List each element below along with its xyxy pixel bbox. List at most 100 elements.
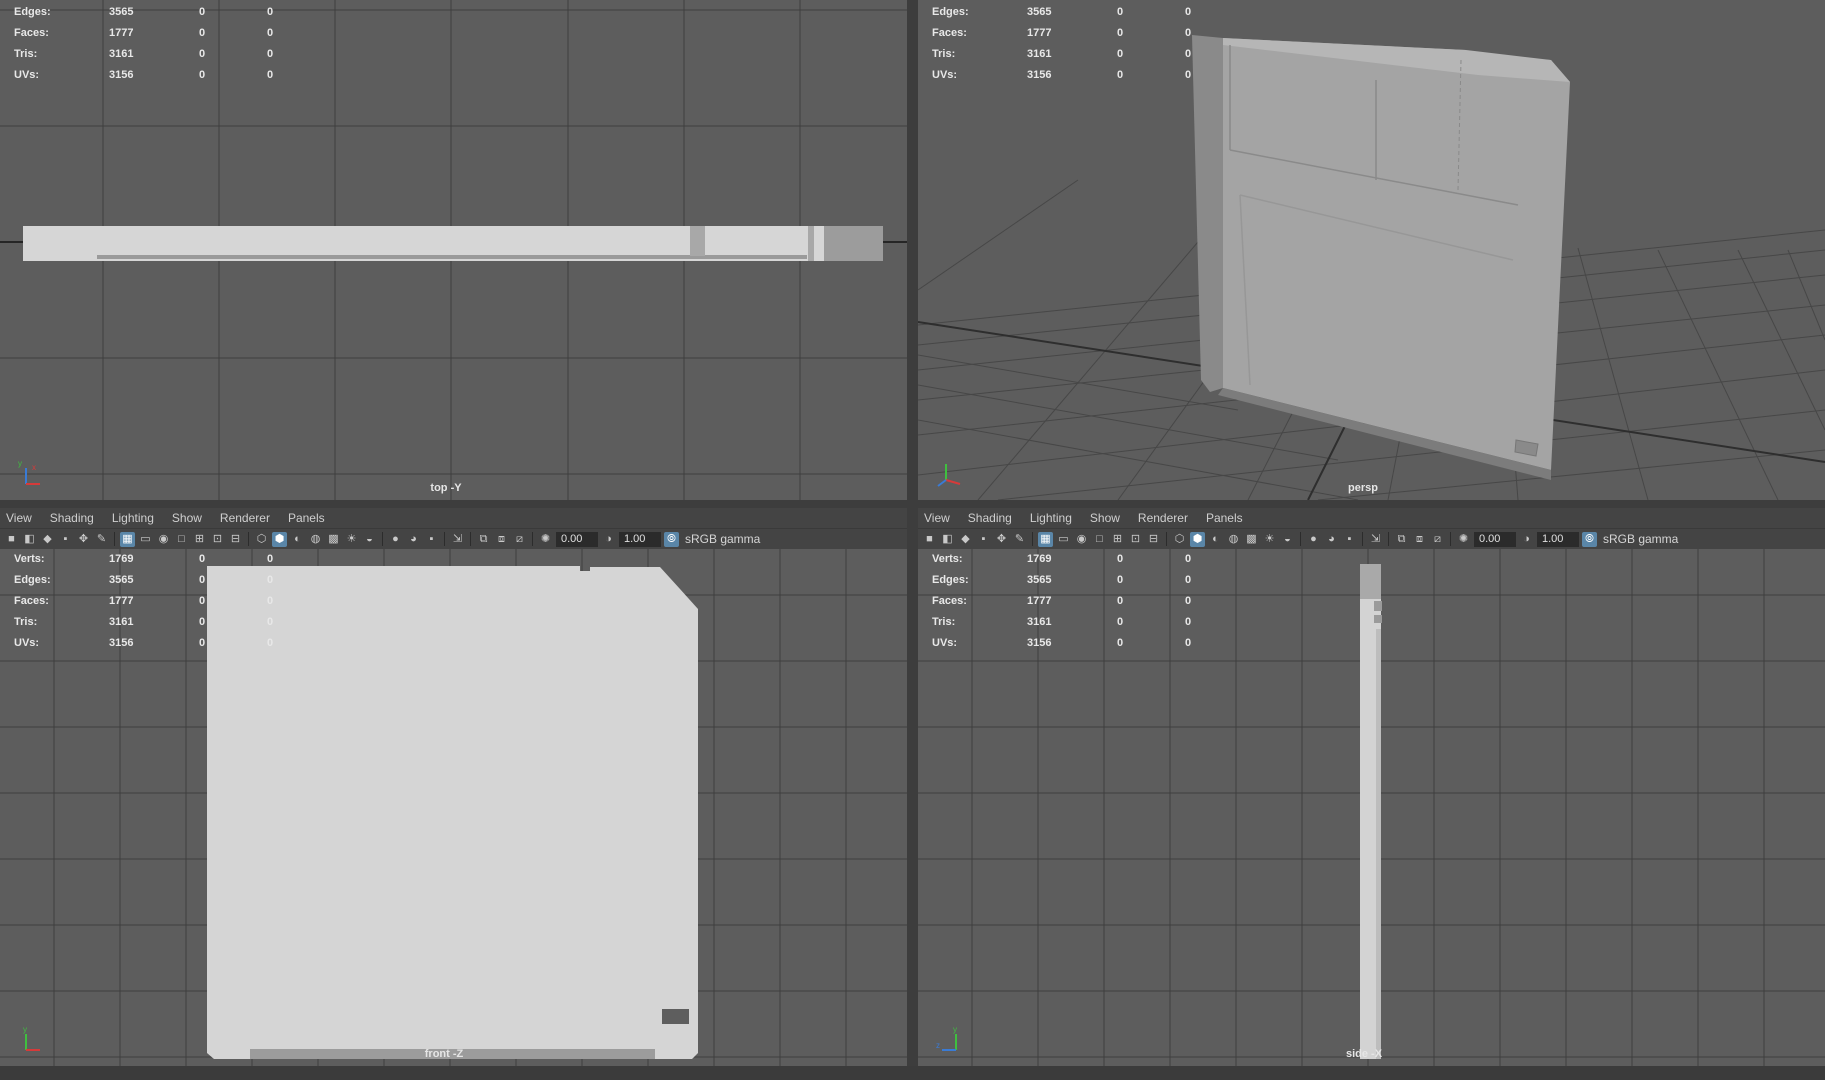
gate-mask-icon[interactable]: □	[174, 532, 189, 547]
exposure-icon[interactable]: ✺	[538, 532, 553, 547]
menu-show[interactable]: Show	[172, 511, 202, 525]
xray-joints-icon[interactable]: ⧈	[494, 532, 509, 547]
isolate-icon[interactable]: ⇲	[1368, 532, 1383, 547]
panel-toolbar: ■ ◧ ◆ ▪ ✥ ✎ ▦ ▭ ◉ □ ⊞ ⊡ ⊟ ⬡ ⬢ ◐ ◍ ▩ ☀ ◒ …	[918, 528, 1825, 550]
bookmark-icon[interactable]: ◆	[40, 532, 55, 547]
menu-view[interactable]: View	[6, 511, 32, 525]
hud-value: 0	[1185, 48, 1192, 60]
gamma-field[interactable]: 1.00	[619, 531, 661, 547]
color-space-label[interactable]: sRGB gamma	[685, 532, 760, 546]
xray-icon[interactable]: ⧉	[1394, 532, 1409, 547]
shadows-icon[interactable]: ◒	[1280, 532, 1295, 547]
anti-aliasing-icon[interactable]: ▪	[424, 532, 439, 547]
motion-blur-icon[interactable]: ◕	[406, 532, 421, 547]
hud-value: 0	[1185, 27, 1192, 39]
grid-icon[interactable]: ▦	[120, 531, 135, 547]
isolate-icon[interactable]: ⇲	[450, 532, 465, 547]
gate-mask-icon[interactable]: □	[1092, 532, 1107, 547]
color-space-label[interactable]: sRGB gamma	[1603, 532, 1678, 546]
camera-attributes-icon[interactable]: ◧	[22, 532, 37, 547]
exposure-field[interactable]: 0.00	[556, 531, 598, 547]
film-gate-icon[interactable]: ▭	[1056, 532, 1071, 547]
bookmark-icon[interactable]: ◆	[958, 532, 973, 547]
menu-renderer[interactable]: Renderer	[220, 511, 270, 525]
gamma-field[interactable]: 1.00	[1537, 531, 1579, 547]
menu-panels[interactable]: Panels	[288, 511, 325, 525]
hud-row-faces: Faces: 1777 0 0	[14, 591, 307, 612]
gamma-icon[interactable]: ◑	[601, 532, 616, 547]
resolution-gate-icon[interactable]: ◉	[1074, 532, 1089, 547]
grease-pencil-icon[interactable]: ✎	[94, 532, 109, 547]
safe-action-icon[interactable]: ⊡	[210, 532, 225, 547]
hud-value: 0	[267, 69, 274, 81]
anti-aliasing-icon[interactable]: ▪	[1342, 532, 1357, 547]
hud-value: 0	[199, 48, 206, 60]
exposure-icon[interactable]: ✺	[1456, 532, 1471, 547]
camera-icon[interactable]: ■	[4, 532, 19, 547]
safe-title-icon[interactable]: ⊟	[1146, 532, 1161, 547]
menu-view[interactable]: View	[924, 511, 950, 525]
menu-show[interactable]: Show	[1090, 511, 1120, 525]
wireframe-icon[interactable]: ⬡	[254, 532, 269, 547]
textured-icon[interactable]: ◍	[1226, 532, 1241, 547]
viewport-persp[interactable]: Edges: 3565 0 0 Faces: 1777 0 0 Tris: 3161 0 0 UV…	[918, 0, 1825, 500]
viewport-panel-side[interactable]: View Shading Lighting Show Renderer Pane…	[918, 508, 1825, 1066]
textured-icon[interactable]: ◍	[308, 532, 323, 547]
backface-culling-icon[interactable]: ⧄	[1430, 532, 1445, 547]
motion-blur-icon[interactable]: ◕	[1324, 532, 1339, 547]
film-gate-icon[interactable]: ▭	[138, 532, 153, 547]
shaded-icon[interactable]: ⬢	[272, 531, 287, 547]
ambient-occlusion-icon[interactable]: ●	[388, 532, 403, 547]
viewport-panel-top[interactable]: Edges: 3565 0 0 Faces: 1777 0 0 Tris: 3161 0 0 UV…	[0, 0, 907, 500]
toolbar-separator	[1362, 532, 1363, 546]
hud-label: Tris:	[14, 616, 38, 628]
grease-pencil-icon[interactable]: ✎	[1012, 532, 1027, 547]
checker-icon[interactable]: ▩	[326, 532, 341, 547]
menu-lighting[interactable]: Lighting	[112, 511, 154, 525]
wireframe-on-shaded-icon[interactable]: ◐	[290, 532, 305, 547]
hud-row-edges: Edges: 3565 0 0	[14, 570, 307, 591]
grid-icon[interactable]: ▦	[1038, 531, 1053, 547]
safe-title-icon[interactable]: ⊟	[228, 532, 243, 547]
shadows-icon[interactable]: ◒	[362, 532, 377, 547]
xray-joints-icon[interactable]: ⧈	[1412, 532, 1427, 547]
camera-icon[interactable]: ■	[922, 532, 937, 547]
image-plane-icon[interactable]: ▪	[58, 532, 73, 547]
menu-lighting[interactable]: Lighting	[1030, 511, 1072, 525]
shaded-icon[interactable]: ⬢	[1190, 531, 1205, 547]
image-plane-icon[interactable]: ▪	[976, 532, 991, 547]
field-chart-icon[interactable]: ⊞	[192, 532, 207, 547]
backface-culling-icon[interactable]: ⧄	[512, 532, 527, 547]
hud-value: 0	[267, 27, 274, 39]
resolution-gate-icon[interactable]: ◉	[156, 532, 171, 547]
gamma-icon[interactable]: ◑	[1519, 532, 1534, 547]
wireframe-icon[interactable]: ⬡	[1172, 532, 1187, 547]
twod-pan-icon[interactable]: ✥	[994, 532, 1009, 547]
hud-value: 0	[1185, 574, 1192, 586]
camera-attributes-icon[interactable]: ◧	[940, 532, 955, 547]
hud-value: 3565	[1027, 6, 1052, 18]
xray-icon[interactable]: ⧉	[476, 532, 491, 547]
menu-renderer[interactable]: Renderer	[1138, 511, 1188, 525]
menu-shading[interactable]: Shading	[50, 511, 94, 525]
viewport-front[interactable]: Verts: 1769 0 0 Edges: 3565 0 0 Faces: 1777 0 0 T…	[0, 549, 907, 1066]
checker-icon[interactable]: ▩	[1244, 532, 1259, 547]
ambient-occlusion-icon[interactable]: ●	[1306, 532, 1321, 547]
color-management-icon[interactable]: ⦾	[1582, 531, 1597, 547]
twod-pan-icon[interactable]: ✥	[76, 532, 91, 547]
light-icon[interactable]: ☀	[344, 532, 359, 547]
wireframe-on-shaded-icon[interactable]: ◐	[1208, 532, 1223, 547]
exposure-field[interactable]: 0.00	[1474, 531, 1516, 547]
model-top-view	[23, 226, 883, 261]
viewport-top[interactable]: Edges: 3565 0 0 Faces: 1777 0 0 Tris: 3161 0 0 UV…	[0, 0, 907, 500]
light-icon[interactable]: ☀	[1262, 532, 1277, 547]
panel-divider-vertical[interactable]	[907, 0, 918, 1080]
menu-shading[interactable]: Shading	[968, 511, 1012, 525]
menu-panels[interactable]: Panels	[1206, 511, 1243, 525]
viewport-side[interactable]: Verts: 1769 0 0 Edges: 3565 0 0 Faces: 1777 0 0 T…	[918, 549, 1825, 1066]
field-chart-icon[interactable]: ⊞	[1110, 532, 1125, 547]
viewport-panel-persp[interactable]: Edges: 3565 0 0 Faces: 1777 0 0 Tris: 3161 0 0 UV…	[918, 0, 1825, 500]
safe-action-icon[interactable]: ⊡	[1128, 532, 1143, 547]
color-management-icon[interactable]: ⦾	[664, 531, 679, 547]
viewport-panel-front[interactable]: View Shading Lighting Show Renderer Pane…	[0, 508, 907, 1066]
